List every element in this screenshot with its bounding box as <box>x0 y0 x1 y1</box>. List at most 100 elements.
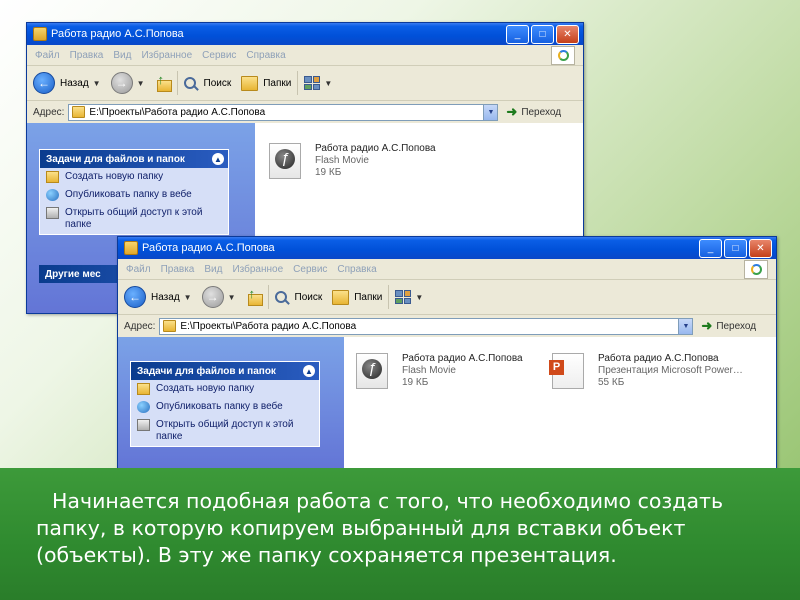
dropdown-arrow-icon[interactable]: ▼ <box>483 104 498 120</box>
back-arrow-icon: ← <box>124 286 146 308</box>
collapse-icon[interactable]: ▲ <box>303 365 315 377</box>
file-type: Flash Movie <box>315 155 369 166</box>
go-button[interactable]: ➜ Переход <box>701 318 756 334</box>
flash-movie-icon <box>356 353 388 389</box>
task-label: Создать новую папку <box>65 171 164 182</box>
menu-help[interactable]: Справка <box>337 264 376 275</box>
address-label: Адрес: <box>124 320 156 332</box>
search-label: Поиск <box>203 77 232 89</box>
chevron-down-icon: ▼ <box>415 292 424 302</box>
menu-view[interactable]: Вид <box>204 264 222 275</box>
address-path: E:\Проекты\Работа радио А.С.Попова <box>180 320 357 332</box>
menu-favorites[interactable]: Избранное <box>141 50 192 61</box>
close-button[interactable]: ✕ <box>556 25 579 44</box>
task-publish-web[interactable]: Опубликовать папку в вебе <box>40 186 228 204</box>
file-type: Презентация Microsoft Power… <box>598 365 743 376</box>
windows-logo-icon <box>551 46 575 65</box>
forward-arrow-icon: → <box>201 286 224 308</box>
maximize-button[interactable]: □ <box>724 239 747 258</box>
minimize-button[interactable]: _ <box>699 239 722 258</box>
task-label: Опубликовать папку в вебе <box>156 401 283 412</box>
folder-icon <box>72 106 86 118</box>
new-folder-icon <box>46 171 59 183</box>
task-panel: Задачи для файлов и папок ▲ Создать нову… <box>39 149 229 235</box>
back-button[interactable]: ← Назад ▼ <box>33 72 101 94</box>
task-panel-header[interactable]: Задачи для файлов и папок ▲ <box>40 150 228 168</box>
menu-tools[interactable]: Сервис <box>293 264 327 275</box>
maximize-button[interactable]: □ <box>531 25 554 44</box>
task-share-folder[interactable]: Открыть общий доступ к этой папке <box>131 416 319 446</box>
new-folder-icon <box>137 383 150 395</box>
task-pane: Задачи для файлов и папок ▲ Создать нову… <box>118 337 344 469</box>
file-item[interactable]: Работа радио А.С.Попова Flash Movie 19 К… <box>269 143 436 179</box>
forward-button[interactable]: → ▼ <box>110 72 145 94</box>
file-name: Работа радио А.С.Попова <box>598 353 719 364</box>
address-input[interactable]: E:\Проекты\Работа радио А.С.Попова ▼ <box>68 103 499 121</box>
menu-help[interactable]: Справка <box>246 50 285 61</box>
menu-edit[interactable]: Правка <box>70 50 104 61</box>
title-bar[interactable]: Работа радио А.С.Попова _ □ ✕ <box>118 237 776 259</box>
window-title: Работа радио А.С.Попова <box>142 242 275 254</box>
close-button[interactable]: ✕ <box>749 239 772 258</box>
explorer-window-front: Работа радио А.С.Попова _ □ ✕ Файл Правк… <box>117 236 777 470</box>
folder-icon <box>241 75 259 91</box>
up-folder-button[interactable] <box>246 286 263 306</box>
folders-button[interactable]: Папки <box>332 289 383 305</box>
views-button[interactable]: ▼ <box>395 290 423 304</box>
search-button[interactable]: Поиск <box>183 77 232 89</box>
folder-up-icon <box>155 72 172 92</box>
forward-button[interactable]: → ▼ <box>201 286 236 308</box>
publish-web-icon <box>137 401 150 413</box>
menu-favorites[interactable]: Избранное <box>232 264 283 275</box>
search-label: Поиск <box>294 291 323 303</box>
search-button[interactable]: Поиск <box>274 291 323 303</box>
go-button[interactable]: ➜ Переход <box>506 104 561 120</box>
views-icon <box>395 290 412 304</box>
file-item[interactable]: Работа радио А.С.Попова Flash Movie 19 К… <box>356 353 523 389</box>
folders-label: Папки <box>354 291 383 303</box>
task-panel-title: Задачи для файлов и папок <box>137 365 276 377</box>
views-button[interactable]: ▼ <box>304 76 332 90</box>
up-folder-button[interactable] <box>155 72 172 92</box>
slide-text: Начинается подобная работа с того, что н… <box>36 489 724 567</box>
file-type: Flash Movie <box>402 365 456 376</box>
collapse-icon[interactable]: ▲ <box>212 153 224 165</box>
title-bar[interactable]: Работа радио А.С.Попова _ □ ✕ <box>27 23 583 45</box>
chevron-down-icon[interactable]: ▼ <box>228 293 236 302</box>
folder-icon <box>163 320 177 332</box>
task-panel: Задачи для файлов и папок ▲ Создать нову… <box>130 361 320 447</box>
back-button[interactable]: ← Назад ▼ <box>124 286 192 308</box>
task-share-folder[interactable]: Открыть общий доступ к этой папке <box>40 204 228 234</box>
menu-file[interactable]: Файл <box>35 50 60 61</box>
folder-icon <box>124 241 138 255</box>
chevron-down-icon[interactable]: ▼ <box>184 293 192 302</box>
task-new-folder[interactable]: Создать новую папку <box>131 380 319 398</box>
task-publish-web[interactable]: Опубликовать папку в вебе <box>131 398 319 416</box>
minimize-button[interactable]: _ <box>506 25 529 44</box>
menu-view[interactable]: Вид <box>113 50 131 61</box>
chevron-down-icon[interactable]: ▼ <box>137 79 145 88</box>
menu-file[interactable]: Файл <box>126 264 151 275</box>
file-list: Работа радио А.С.Попова Flash Movie 19 К… <box>344 337 776 469</box>
address-bar: Адрес: E:\Проекты\Работа радио А.С.Попов… <box>118 315 776 338</box>
toolbar-separator <box>176 71 178 95</box>
task-panel-header[interactable]: Задачи для файлов и папок ▲ <box>131 362 319 380</box>
dropdown-arrow-icon[interactable]: ▼ <box>678 318 693 334</box>
address-input[interactable]: E:\Проекты\Работа радио А.С.Попова ▼ <box>159 317 694 335</box>
toolbar: ← Назад ▼ → ▼ Поиск Папки ▼ <box>118 280 776 315</box>
menu-tools[interactable]: Сервис <box>202 50 236 61</box>
task-panel-title: Задачи для файлов и папок <box>46 153 185 165</box>
chevron-down-icon: ▼ <box>324 78 333 88</box>
file-item[interactable]: Работа радио А.С.Попова Презентация Micr… <box>549 353 743 389</box>
views-icon <box>304 76 321 90</box>
go-arrow-icon: ➜ <box>701 318 713 333</box>
task-label: Открыть общий доступ к этой папке <box>156 419 294 442</box>
toolbar-separator <box>388 285 390 309</box>
task-label: Открыть общий доступ к этой папке <box>65 207 203 230</box>
menu-edit[interactable]: Правка <box>161 264 195 275</box>
task-label: Создать новую папку <box>156 383 255 394</box>
task-new-folder[interactable]: Создать новую папку <box>40 168 228 186</box>
file-name: Работа радио А.С.Попова <box>402 353 523 364</box>
folders-button[interactable]: Папки <box>241 75 291 91</box>
chevron-down-icon[interactable]: ▼ <box>93 79 101 88</box>
